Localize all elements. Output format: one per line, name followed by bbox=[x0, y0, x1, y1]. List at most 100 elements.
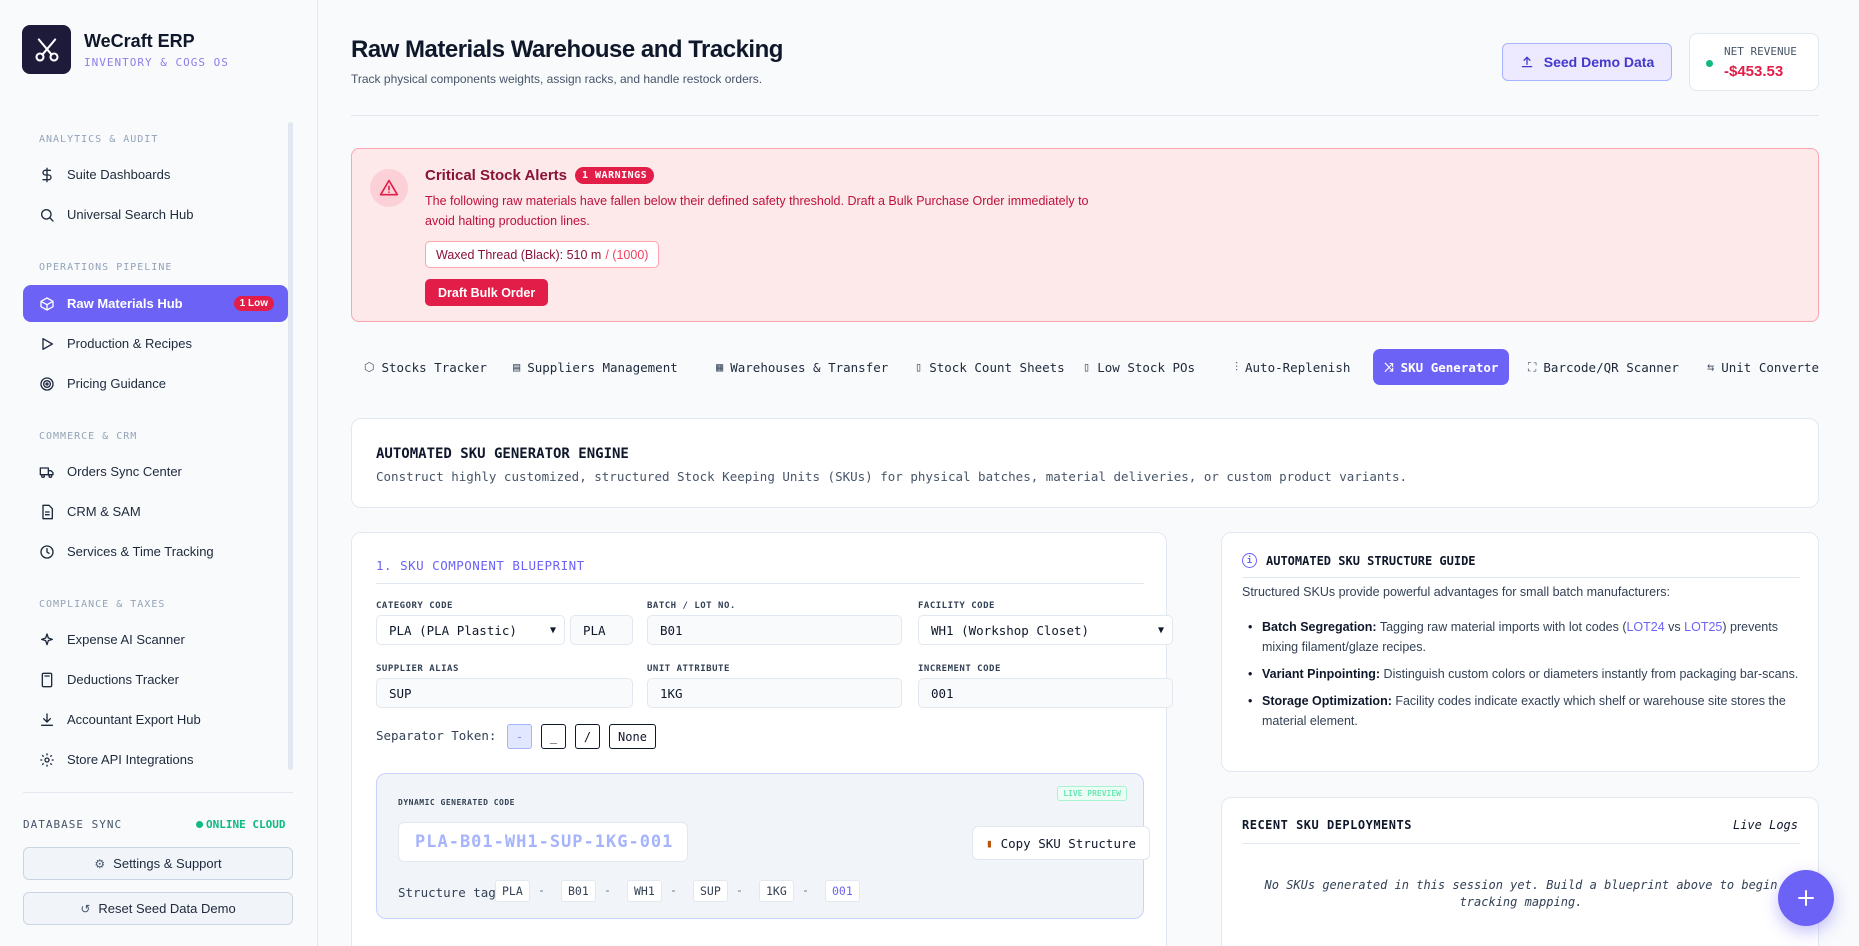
arrows-icon: ⇆ bbox=[1707, 360, 1715, 374]
structure-tag: B01 bbox=[561, 880, 596, 902]
increment-code-label: INCREMENT CODE bbox=[918, 664, 1001, 674]
facility-code-value: WH1 (Workshop Closet) bbox=[931, 622, 1090, 638]
sidebar: WeCraft ERP INVENTORY & COGS OS ANALYTIC… bbox=[0, 0, 318, 946]
tab-suppliers[interactable]: ▤ Suppliers Management bbox=[502, 349, 689, 385]
facility-code-label: FACILITY CODE bbox=[918, 601, 995, 611]
sidebar-item-universal-search[interactable]: Universal Search Hub bbox=[23, 196, 288, 233]
sidebar-item-store-api[interactable]: Store API Integrations bbox=[23, 741, 288, 778]
tab-label: Low Stock POs bbox=[1097, 359, 1196, 375]
sidebar-item-pricing[interactable]: Pricing Guidance bbox=[23, 365, 288, 402]
clock-icon bbox=[39, 544, 55, 560]
floating-add-button[interactable] bbox=[1778, 870, 1834, 926]
low-stock-badge: 1 Low bbox=[233, 296, 274, 311]
tag-separator: - bbox=[604, 883, 611, 897]
copy-sku-button[interactable]: ▮ Copy SKU Structure bbox=[972, 826, 1150, 860]
blueprint-title: 1. SKU COMPONENT BLUEPRINT bbox=[376, 558, 585, 573]
guide-item-text: Distinguish custom colors or diameters i… bbox=[1380, 667, 1799, 681]
category-code-select[interactable]: PLA (PLA Plastic) ▼ bbox=[376, 615, 565, 645]
scissors-icon bbox=[22, 25, 71, 74]
unit-attribute-input[interactable]: 1KG bbox=[647, 678, 902, 708]
sidebar-item-production[interactable]: Production & Recipes bbox=[23, 325, 288, 362]
online-status: ONLINE CLOUD bbox=[196, 818, 285, 831]
sidebar-item-expense-scanner[interactable]: Expense AI Scanner bbox=[23, 621, 288, 658]
batch-lot-input[interactable]: B01 bbox=[647, 615, 902, 645]
sidebar-item-orders-sync[interactable]: Orders Sync Center bbox=[23, 453, 288, 490]
sku-engine-description: Construct highly customized, structured … bbox=[376, 469, 1408, 484]
raw-materials-tabs: ⬡ Stocks Tracker ▤ Suppliers Management ▦ W… bbox=[351, 346, 1819, 388]
guide-item-title: Variant Pinpointing: bbox=[1262, 667, 1381, 681]
recent-empty-state: No SKUs generated in this session yet. B… bbox=[1264, 878, 1778, 909]
section-label-operations: OPERATIONS PIPELINE bbox=[39, 262, 173, 273]
sidebar-item-deductions[interactable]: Deductions Tracker bbox=[23, 661, 288, 698]
gear-icon bbox=[39, 752, 55, 768]
structure-tag: PLA bbox=[495, 880, 530, 902]
sidebar-item-label: Store API Integrations bbox=[67, 752, 194, 767]
tab-label: Warehouses & Transfer bbox=[730, 359, 889, 375]
sidebar-item-suite-dashboards[interactable]: Suite Dashboards bbox=[23, 156, 288, 193]
draft-bulk-order-button[interactable]: Draft Bulk Order bbox=[425, 279, 549, 306]
tag-separator: - bbox=[538, 883, 545, 897]
tab-warehouses[interactable]: ▦ Warehouses & Transfer bbox=[705, 349, 899, 385]
file-list-icon: ▯ bbox=[1083, 360, 1091, 374]
tab-unit-converter[interactable]: ⇆ Unit Converter bbox=[1696, 349, 1819, 385]
sidebar-divider bbox=[23, 792, 293, 793]
tab-barcode-scanner[interactable]: ⛶ Barcode/QR Scanner bbox=[1517, 349, 1690, 385]
sidebar-item-accountant-export[interactable]: Accountant Export Hub bbox=[23, 701, 288, 738]
sidebar-item-label: CRM & SAM bbox=[67, 504, 141, 519]
dollar-icon bbox=[39, 167, 55, 183]
brand-subtitle: INVENTORY & COGS OS bbox=[84, 55, 229, 69]
info-icon: i bbox=[1242, 553, 1257, 568]
seed-demo-button[interactable]: Seed Demo Data bbox=[1502, 43, 1672, 81]
guide-title: AUTOMATED SKU STRUCTURE GUIDE bbox=[1266, 553, 1476, 568]
supplier-alias-label: SUPPLIER ALIAS bbox=[376, 664, 459, 674]
alert-description: The following raw materials have fallen … bbox=[425, 194, 1089, 228]
increment-code-input[interactable]: 001 bbox=[918, 678, 1173, 708]
tab-low-stock-pos[interactable]: ▯ Low Stock POs bbox=[1072, 349, 1206, 385]
tab-stocks-tracker[interactable]: ⬡ Stocks Tracker bbox=[353, 349, 498, 385]
tab-sku-generator[interactable]: ⤨ SKU Generator bbox=[1373, 349, 1510, 385]
sidebar-item-crm[interactable]: CRM & SAM bbox=[23, 493, 288, 530]
sidebar-item-label: Raw Materials Hub bbox=[67, 296, 183, 311]
sidebar-item-raw-materials[interactable]: Raw Materials Hub 1 Low bbox=[23, 285, 288, 322]
calculator-icon bbox=[39, 672, 55, 688]
tag-separator: - bbox=[670, 883, 677, 897]
separator-none-button[interactable]: None bbox=[609, 724, 656, 749]
supplier-alias-input[interactable]: SUP bbox=[376, 678, 633, 708]
sku-preview-panel: DYNAMIC GENERATED CODE LIVE PREVIEW PLA-… bbox=[376, 773, 1150, 919]
warning-icon bbox=[370, 169, 408, 207]
net-revenue-label: NET REVENUE bbox=[1724, 45, 1797, 58]
sidebar-scrollbar[interactable] bbox=[288, 122, 293, 770]
page-subtitle: Track physical components weights, assig… bbox=[351, 72, 763, 86]
section-label-analytics: ANALYTICS & AUDIT bbox=[39, 134, 159, 145]
download-icon bbox=[39, 712, 55, 728]
separator-token-label: Separator Token: bbox=[376, 728, 497, 743]
database-sync-label: DATABASE SYNC bbox=[23, 818, 123, 831]
separator-dash-button[interactable]: - bbox=[507, 724, 532, 749]
tab-stock-count[interactable]: ▯ Stock Count Sheets bbox=[904, 349, 1076, 385]
brand[interactable]: WeCraft ERP INVENTORY & COGS OS bbox=[22, 25, 229, 74]
sku-engine-card: AUTOMATED SKU GENERATOR ENGINE Construct… bbox=[351, 418, 1819, 508]
tag-separator: - bbox=[802, 883, 809, 897]
category-code-input[interactable]: PLA bbox=[570, 615, 633, 645]
guide-list: Batch Segregation: Tagging raw material … bbox=[1242, 617, 1802, 738]
facility-code-select[interactable]: WH1 (Workshop Closet) ▼ bbox=[918, 615, 1173, 645]
online-status-text: ONLINE CLOUD bbox=[206, 818, 286, 831]
structure-tags-label: Structure tags: bbox=[398, 885, 511, 900]
guide-header: i AUTOMATED SKU STRUCTURE GUIDE bbox=[1242, 553, 1476, 568]
sidebar-item-label: Pricing Guidance bbox=[67, 376, 166, 391]
lot-code-example: LOT25 bbox=[1684, 620, 1723, 634]
play-icon bbox=[39, 336, 55, 352]
low-stock-chip[interactable]: Waxed Thread (Black): 510 m / (1000) bbox=[425, 241, 660, 268]
sidebar-item-services[interactable]: Services & Time Tracking bbox=[23, 533, 288, 570]
category-code-label: CATEGORY CODE bbox=[376, 601, 453, 611]
reset-seed-button[interactable]: ↺ Reset Seed Data Demo bbox=[23, 892, 293, 925]
brand-name: WeCraft ERP bbox=[84, 30, 195, 51]
settings-support-button[interactable]: ⚙ Settings & Support bbox=[23, 847, 293, 880]
chevron-down-icon: ▼ bbox=[549, 624, 556, 636]
tab-auto-replenish[interactable]: ⫶ Auto-Replenish bbox=[1224, 349, 1361, 385]
status-dot bbox=[196, 821, 203, 828]
separator-slash-button[interactable]: / bbox=[575, 724, 600, 749]
separator-underscore-button[interactable]: _ bbox=[541, 724, 566, 749]
guide-item-storage: Storage Optimization: Facility codes ind… bbox=[1242, 691, 1802, 731]
clipboard-icon: ▮ bbox=[985, 836, 993, 850]
